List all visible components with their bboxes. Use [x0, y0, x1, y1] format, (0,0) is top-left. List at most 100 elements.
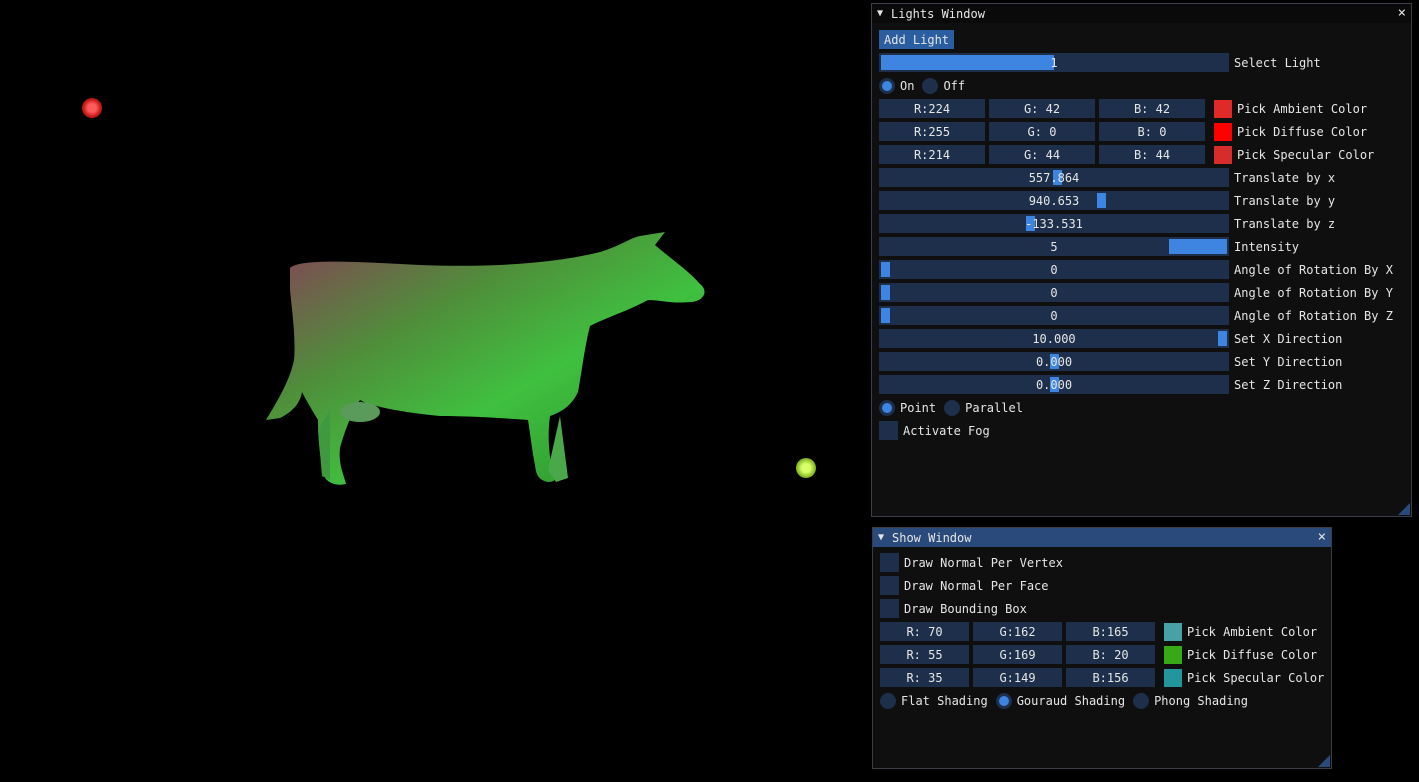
off-label: Off: [943, 78, 966, 93]
slider-value: 940.653: [1028, 193, 1080, 208]
light-param-slider[interactable]: 0: [879, 283, 1229, 302]
slider-value: 0.000: [1035, 377, 1073, 392]
flat-shading-radio[interactable]: [880, 692, 896, 709]
model-ambient-label: Pick Ambient Color: [1187, 624, 1318, 639]
phong-shading-radio[interactable]: [1133, 692, 1150, 709]
slider-row: -133.531 Translate by z: [879, 214, 1335, 233]
slider-grab[interactable]: [881, 285, 890, 300]
collapse-arrow-icon[interactable]: ▼: [877, 8, 889, 19]
model-ambient-swatch[interactable]: [1164, 622, 1182, 641]
lights-window-title: Lights Window: [891, 6, 985, 21]
slider-grab[interactable]: [1218, 331, 1227, 346]
specular-b-field[interactable]: B: 44: [1099, 145, 1205, 164]
point-label: Point: [900, 400, 937, 415]
slider-row: 940.653 Translate by y: [879, 191, 1335, 210]
gouraud-shading-radio[interactable]: [995, 692, 1012, 709]
model-diffuse-b-field[interactable]: B: 20: [1066, 645, 1155, 664]
resize-grip-icon[interactable]: [1318, 755, 1330, 767]
draw-normal-face-label: Draw Normal Per Face: [904, 578, 1049, 593]
model-specular-b-field[interactable]: B:156: [1066, 668, 1155, 687]
slider-value: 0: [1050, 308, 1058, 323]
close-icon[interactable]: ×: [1398, 4, 1406, 23]
model-diffuse-swatch[interactable]: [1164, 645, 1182, 664]
cow-model: [266, 232, 705, 485]
slider-row: 0 Angle of Rotation By Z: [879, 306, 1393, 325]
lights-window[interactable]: ▼ Lights Window × Add Light 1 Select Lig…: [871, 3, 1412, 517]
light-param-slider[interactable]: 0.000: [879, 352, 1229, 371]
draw-bounding-box-checkbox[interactable]: [880, 599, 899, 618]
scene-canvas[interactable]: [0, 0, 870, 782]
slider-label: Set Z Direction: [1234, 377, 1343, 392]
model-specular-r-field[interactable]: R: 35: [880, 668, 969, 687]
close-icon[interactable]: ×: [1318, 528, 1326, 547]
slider-grab[interactable]: [881, 308, 890, 323]
activate-fog-checkbox[interactable]: [879, 421, 898, 440]
diffuse-r-field[interactable]: R:255: [879, 122, 985, 141]
ambient-color-swatch[interactable]: [1214, 99, 1232, 118]
specular-r-field[interactable]: R:214: [879, 145, 985, 164]
slider-grab[interactable]: [1169, 239, 1227, 254]
light-param-slider[interactable]: 940.653: [879, 191, 1229, 210]
on-radio[interactable]: [879, 77, 895, 94]
off-radio[interactable]: [922, 77, 939, 94]
model-diffuse-r-field[interactable]: R: 55: [880, 645, 969, 664]
light-marker-red[interactable]: [82, 98, 102, 118]
ambient-r-field[interactable]: R:224: [879, 99, 985, 118]
model-diffuse-g-field[interactable]: G:169: [973, 645, 1062, 664]
slider-label: Translate by y: [1234, 193, 1336, 208]
slider-value: 557.864: [1028, 170, 1080, 185]
slider-value: 0.000: [1035, 354, 1073, 369]
ambient-g-field[interactable]: G: 42: [989, 99, 1095, 118]
parallel-radio[interactable]: [944, 399, 961, 416]
model-specular-g-field[interactable]: G:149: [973, 668, 1062, 687]
show-window-titlebar[interactable]: ▼ Show Window ×: [873, 528, 1331, 547]
light-param-slider[interactable]: -133.531: [879, 214, 1229, 233]
light-param-slider[interactable]: 0.000: [879, 375, 1229, 394]
select-light-fill: [881, 55, 1054, 70]
slider-row: 5 Intensity: [879, 237, 1299, 256]
slider-value: 5: [1050, 239, 1058, 254]
specular-color-label: Pick Specular Color: [1237, 147, 1375, 162]
radio-selected-dot: [882, 80, 892, 91]
resize-grip-icon[interactable]: [1398, 503, 1410, 515]
light-marker-yellow[interactable]: [796, 458, 816, 478]
light-param-slider[interactable]: 0: [879, 306, 1229, 325]
phong-shading-label: Phong Shading: [1154, 693, 1248, 708]
diffuse-color-label: Pick Diffuse Color: [1237, 124, 1368, 139]
diffuse-g-field[interactable]: G: 0: [989, 122, 1095, 141]
slider-value: -133.531: [1025, 216, 1083, 231]
light-param-slider[interactable]: 0: [879, 260, 1229, 279]
slider-grab[interactable]: [1097, 193, 1106, 208]
radio-selected-dot: [882, 402, 892, 413]
draw-bounding-box-label: Draw Bounding Box: [904, 601, 1027, 616]
draw-normal-vertex-checkbox[interactable]: [880, 553, 899, 572]
slider-grab[interactable]: [881, 262, 890, 277]
parallel-label: Parallel: [965, 400, 1023, 415]
model-specular-swatch[interactable]: [1164, 668, 1182, 687]
slider-row: 0.000 Set Y Direction: [879, 352, 1342, 371]
model-ambient-g-field[interactable]: G:162: [973, 622, 1062, 641]
light-param-slider[interactable]: 5: [879, 237, 1229, 256]
model-ambient-r-field[interactable]: R: 70: [880, 622, 969, 641]
specular-color-swatch[interactable]: [1214, 145, 1232, 164]
draw-normal-face-checkbox[interactable]: [880, 576, 899, 595]
lights-window-titlebar[interactable]: ▼ Lights Window ×: [872, 4, 1411, 23]
select-light-value: 1: [1050, 55, 1058, 70]
show-window[interactable]: ▼ Show Window × Draw Normal Per Vertex D…: [872, 527, 1332, 769]
diffuse-color-swatch[interactable]: [1214, 122, 1232, 141]
diffuse-b-field[interactable]: B: 0: [1099, 122, 1205, 141]
add-light-button[interactable]: Add Light: [879, 30, 955, 49]
slider-row: 0.000 Set Z Direction: [879, 375, 1342, 394]
light-param-slider[interactable]: 10.000: [879, 329, 1229, 348]
slider-label: Intensity: [1234, 239, 1300, 254]
ambient-b-field[interactable]: B: 42: [1099, 99, 1205, 118]
specular-g-field[interactable]: G: 44: [989, 145, 1095, 164]
slider-label: Translate by x: [1234, 170, 1336, 185]
select-light-slider[interactable]: 1: [879, 53, 1229, 72]
collapse-arrow-icon[interactable]: ▼: [878, 532, 890, 543]
model-ambient-b-field[interactable]: B:165: [1066, 622, 1155, 641]
slider-value: 0: [1050, 285, 1058, 300]
light-param-slider[interactable]: 557.864: [879, 168, 1229, 187]
point-radio[interactable]: [879, 399, 895, 416]
3d-viewport[interactable]: [0, 0, 870, 782]
